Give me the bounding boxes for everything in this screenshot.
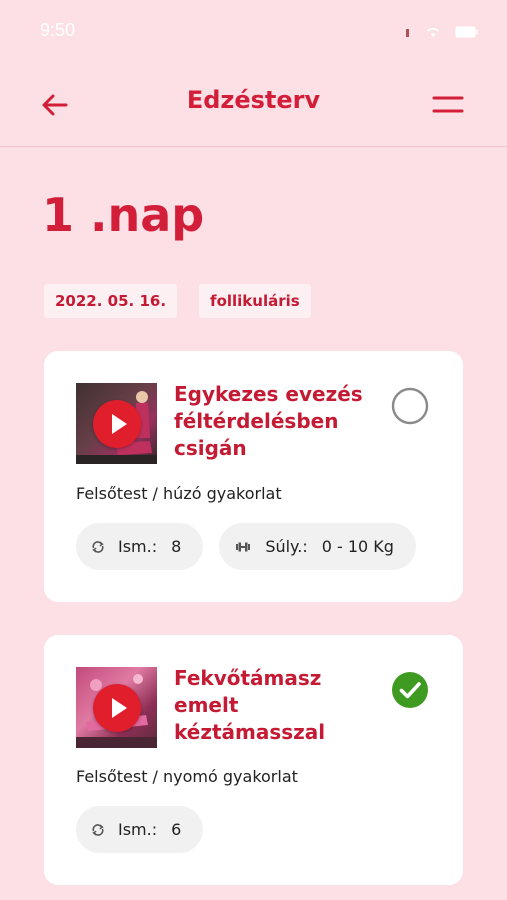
check-circle-icon: [392, 672, 428, 708]
reps-pill: Ism.: 8: [76, 523, 204, 570]
weight-value: 0 - 10 Kg: [321, 537, 394, 556]
play-button[interactable]: [93, 684, 141, 732]
wifi-icon: [426, 28, 440, 37]
exercise-params: Ism.: 6: [76, 806, 204, 853]
reps-label: Ism.:: [118, 537, 158, 556]
empty-circle-icon: [391, 387, 429, 425]
completion-checkbox[interactable]: [391, 387, 429, 425]
reps-value: 6: [171, 820, 182, 839]
exercise-card[interactable]: Egykezes evezés féltérdelésben csigán Fe…: [44, 351, 463, 602]
day-title: 1 .nap: [42, 188, 205, 242]
exercise-video-thumbnail[interactable]: [76, 667, 157, 748]
completion-checkbox[interactable]: [391, 671, 429, 709]
hamburger-menu-icon: [432, 96, 464, 113]
reps-pill: Ism.: 6: [76, 806, 204, 853]
reps-label: Ism.:: [118, 820, 158, 839]
exercise-params: Ism.: 8 Súly.: 0 - 10 Kg: [76, 523, 416, 570]
play-button[interactable]: [93, 400, 141, 448]
exercise-category: Felsőtest / nyomó gyakorlat: [76, 767, 298, 786]
weight-label: Súly.:: [265, 537, 308, 556]
repeat-icon: [92, 540, 104, 553]
play-icon: [112, 414, 127, 434]
app-header: Edzésterv: [0, 62, 507, 147]
date-tag: 2022. 05. 16.: [44, 284, 178, 318]
play-icon: [112, 698, 127, 718]
status-time: 9:50: [40, 20, 76, 40]
weight-pill: Súly.: 0 - 10 Kg: [219, 523, 416, 570]
battery-icon: [455, 26, 478, 38]
day-tags: 2022. 05. 16. follikuláris: [44, 284, 311, 318]
reps-value: 8: [171, 537, 182, 556]
exercise-video-thumbnail[interactable]: [76, 383, 157, 464]
status-icons: [405, 26, 479, 38]
status-bar: 9:50: [0, 0, 507, 60]
exercise-title: Egykezes evezés féltérdelésben csigán: [174, 382, 363, 460]
cycle-phase-tag: follikuláris: [199, 284, 311, 318]
dumbbell-icon: [236, 542, 251, 551]
exercise-card[interactable]: Fekvőtámasz emelt kéztámasszal Felsőtest…: [44, 635, 463, 885]
exercise-category: Felsőtest / húzó gyakorlat: [76, 484, 282, 503]
signal-icon: [406, 29, 409, 37]
repeat-icon: [92, 823, 104, 836]
menu-button[interactable]: [431, 92, 465, 118]
exercise-title: Fekvőtámasz emelt kéztámasszal: [174, 666, 326, 744]
